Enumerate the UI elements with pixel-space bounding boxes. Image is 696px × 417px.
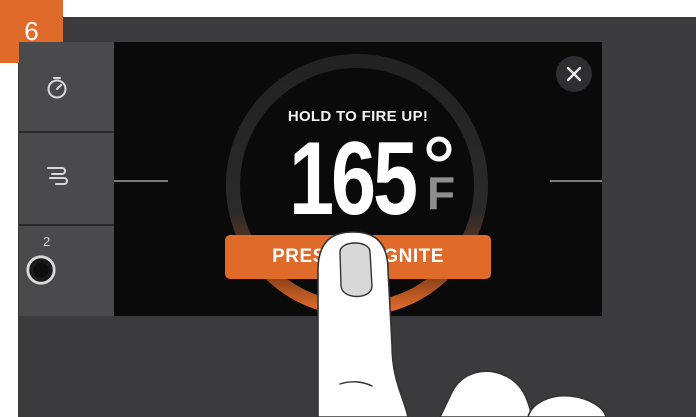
smoke-icon[interactable] (41, 160, 73, 192)
sidebar: 2 (19, 42, 114, 316)
degree-icon (426, 136, 452, 162)
display-screen: HOLD TO FIRE UP! 165 F PRESS TO IGNITE (114, 42, 602, 316)
divider-line-right (550, 180, 602, 182)
sidebar-divider (19, 131, 114, 133)
close-button[interactable] (556, 56, 592, 92)
divider-line-left (114, 180, 168, 182)
timer-icon[interactable] (41, 72, 73, 104)
temperature-value: 165 (289, 121, 418, 237)
close-icon (566, 66, 582, 82)
temperature-unit: F (427, 167, 456, 219)
ignite-button[interactable]: PRESS TO IGNITE (225, 235, 491, 279)
probe-port-icon[interactable] (25, 254, 57, 286)
probe-number: 2 (43, 234, 51, 249)
sidebar-divider (19, 224, 114, 226)
